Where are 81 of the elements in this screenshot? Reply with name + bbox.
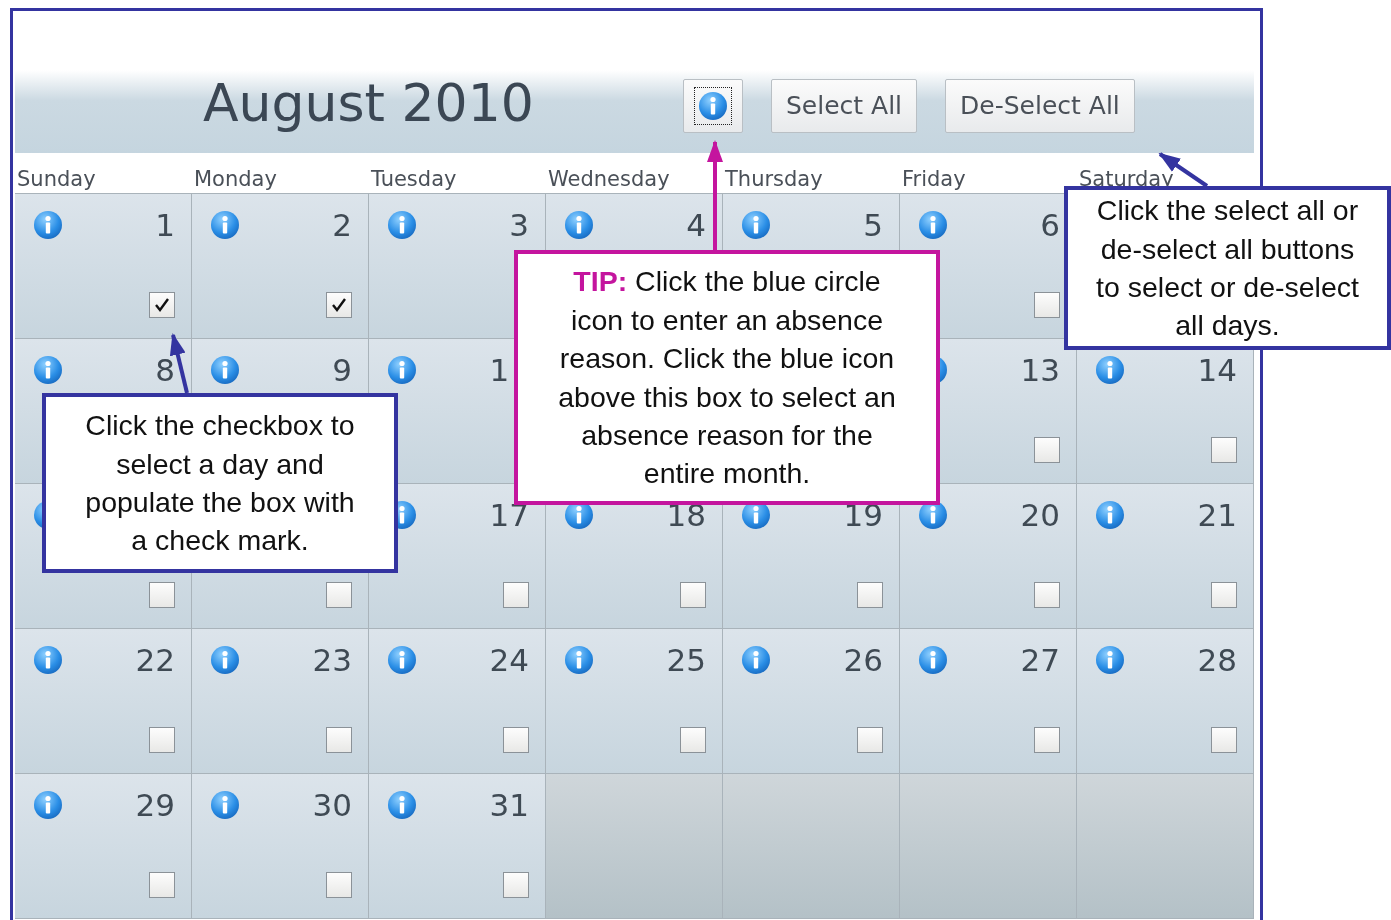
day-checkbox[interactable]: [1211, 437, 1237, 463]
day-checkbox[interactable]: [149, 872, 175, 898]
day-number: 14: [1197, 354, 1237, 386]
info-icon[interactable]: [387, 210, 417, 240]
day-number: 1: [489, 354, 510, 386]
weekday-label: Thursday: [724, 166, 823, 191]
tip-tooltip: TIP: Click the blue circle icon to enter an absence reason. Click the blue icon above this box to select an absence reason for the entire month.: [514, 250, 940, 505]
day-checkbox[interactable]: [680, 582, 706, 608]
day-checkbox[interactable]: [149, 582, 175, 608]
day-number: 8: [155, 354, 175, 386]
note-tooltip: Click the select all or de-select all buttons to select or de-select all days.: [1064, 186, 1391, 350]
header-button[interactable]: Select All: [771, 79, 918, 133]
info-icon[interactable]: [33, 790, 63, 820]
weekday-label: Wednesday: [547, 166, 670, 191]
info-icon[interactable]: [387, 645, 417, 675]
day-checkbox[interactable]: [326, 872, 352, 898]
day-number: 6: [1040, 209, 1060, 241]
day-checkbox[interactable]: [1211, 582, 1237, 608]
header-button[interactable]: De-Select All: [945, 79, 1135, 133]
day-number: 13: [1020, 354, 1060, 386]
day-number: 21: [1197, 499, 1237, 531]
day-number: 4: [686, 209, 706, 241]
day-number: 5: [863, 209, 883, 241]
day-number: 1: [155, 209, 175, 241]
day-checkbox[interactable]: [1034, 727, 1060, 753]
day-checkbox[interactable]: [326, 727, 352, 753]
weekday-label: Sunday: [16, 166, 96, 191]
day-number: 25: [666, 644, 706, 676]
info-icon[interactable]: [564, 210, 594, 240]
day-number: 28: [1197, 644, 1237, 676]
day-checkbox[interactable]: [149, 727, 175, 753]
weekday-label: Monday: [193, 166, 277, 191]
day-checkbox[interactable]: [326, 582, 352, 608]
weekday-label: Tuesday: [370, 166, 457, 191]
day-checkbox[interactable]: [857, 582, 883, 608]
day-number: 20: [1020, 499, 1060, 531]
day-checkbox[interactable]: [1034, 292, 1060, 318]
day-number: 22: [135, 644, 175, 676]
day-checkbox[interactable]: [857, 727, 883, 753]
day-number: 9: [332, 354, 352, 386]
day-number: 27: [1020, 644, 1060, 676]
day-checkbox[interactable]: [1034, 582, 1060, 608]
day-checkbox[interactable]: [503, 582, 529, 608]
day-checkbox[interactable]: [1034, 437, 1060, 463]
day-number: 29: [135, 789, 175, 821]
month-title: August 2010: [203, 77, 535, 133]
info-icon[interactable]: [33, 210, 63, 240]
info-icon[interactable]: [387, 355, 417, 385]
info-icon[interactable]: [918, 210, 948, 240]
info-icon[interactable]: [210, 645, 240, 675]
info-icon[interactable]: [564, 645, 594, 675]
info-icon[interactable]: [1095, 500, 1125, 530]
info-icon[interactable]: [741, 210, 771, 240]
info-button[interactable]: [683, 79, 743, 133]
day-checkbox[interactable]: [326, 292, 352, 318]
day-number: 26: [843, 644, 883, 676]
day-number: 23: [312, 644, 352, 676]
day-number: 3: [509, 209, 529, 241]
info-icon[interactable]: [387, 790, 417, 820]
info-icon[interactable]: [918, 645, 948, 675]
day-number: 2: [332, 209, 352, 241]
info-icon[interactable]: [210, 355, 240, 385]
info-icon[interactable]: [33, 645, 63, 675]
day-number: 30: [312, 789, 352, 821]
info-icon[interactable]: [1095, 355, 1125, 385]
note-tooltip: Click the checkbox to select a day and populate the box with a check mark.: [42, 393, 398, 573]
check-icon: [330, 296, 348, 314]
info-icon[interactable]: [33, 355, 63, 385]
day-checkbox[interactable]: [503, 727, 529, 753]
check-icon: [153, 296, 171, 314]
weekday-label: Friday: [901, 166, 966, 191]
day-number: 31: [489, 789, 529, 821]
info-icon[interactable]: [1095, 645, 1125, 675]
info-icon[interactable]: [210, 790, 240, 820]
day-checkbox[interactable]: [1211, 727, 1237, 753]
info-icon[interactable]: [741, 645, 771, 675]
info-icon[interactable]: [210, 210, 240, 240]
day-checkbox[interactable]: [680, 727, 706, 753]
day-number: 24: [489, 644, 529, 676]
day-checkbox[interactable]: [503, 872, 529, 898]
day-checkbox[interactable]: [149, 292, 175, 318]
